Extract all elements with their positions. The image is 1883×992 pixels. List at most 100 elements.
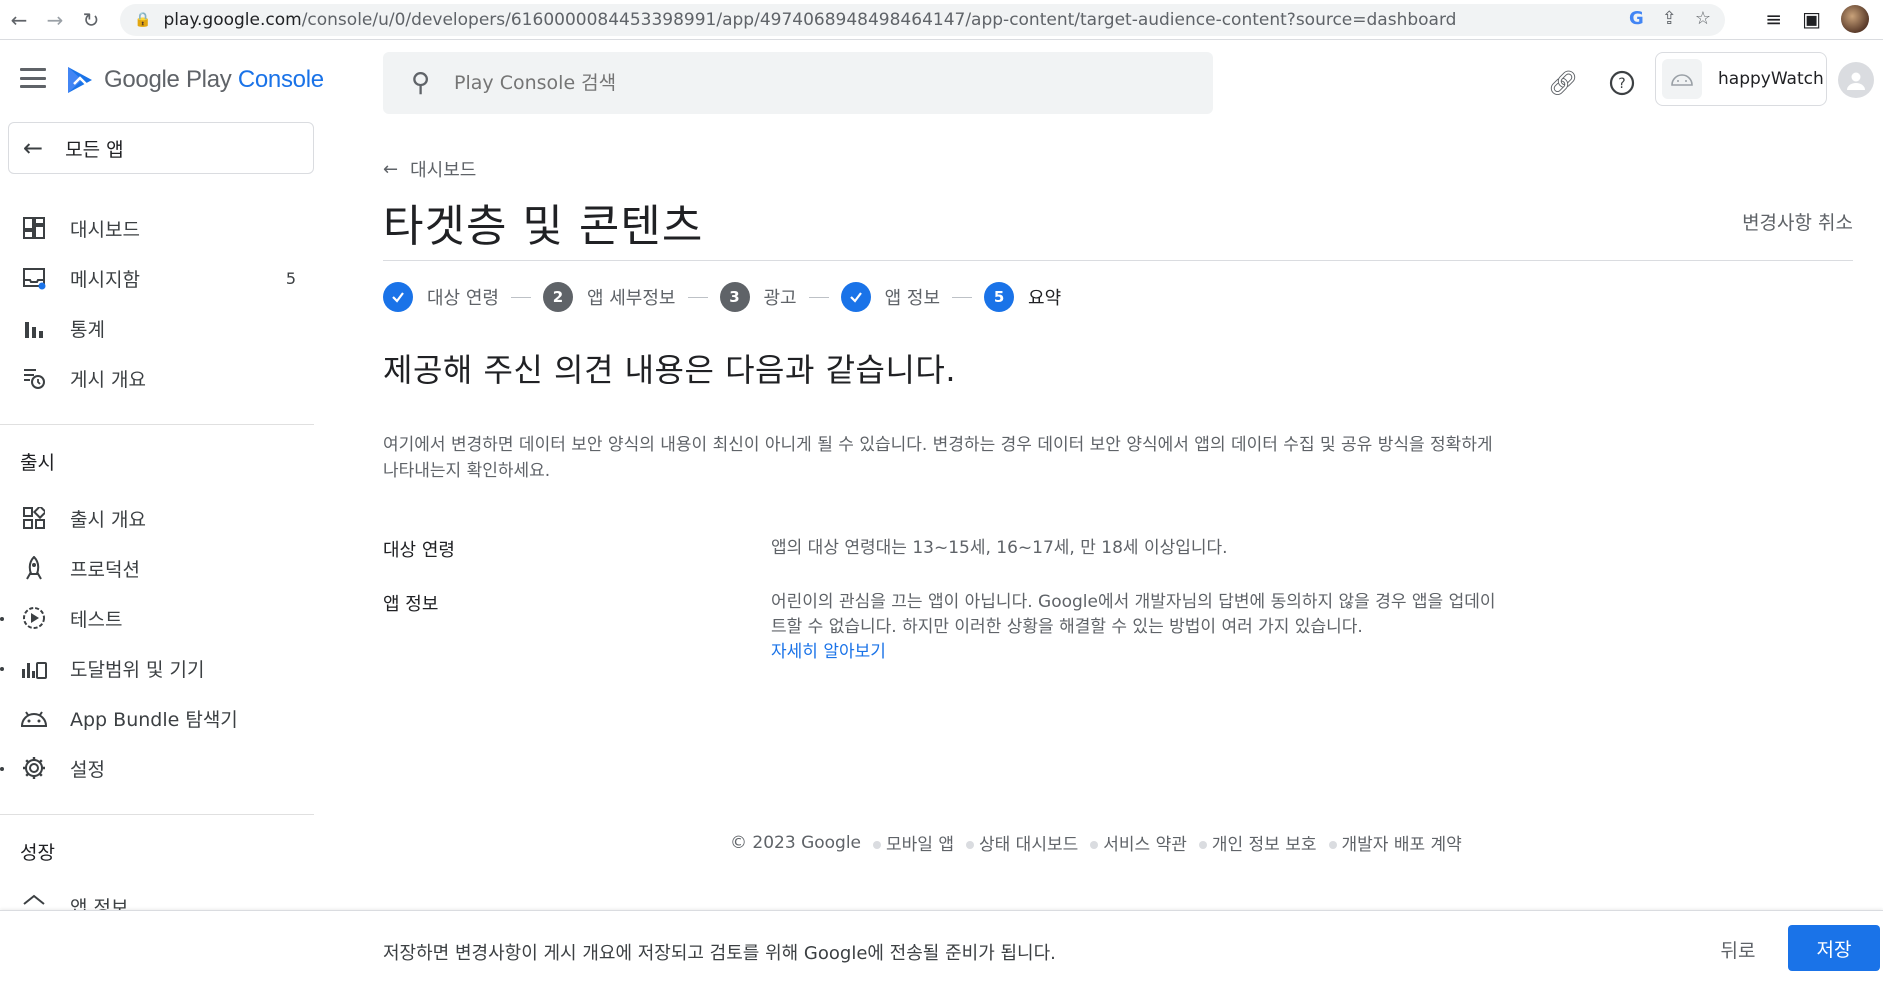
- step-connector: [808, 296, 829, 298]
- inbox-icon: [20, 264, 48, 292]
- address-bar[interactable]: 🔒 play.google.com/console/u/0/developers…: [120, 4, 1725, 36]
- step-label: 대상 연령: [427, 288, 499, 309]
- footer-link-terms[interactable]: 서비스 약관: [1103, 830, 1187, 855]
- sidebar-item-label: 앱 정보: [70, 896, 129, 911]
- search-input[interactable]: [454, 72, 1105, 94]
- step-app-details[interactable]: 2 앱 세부정보: [542, 282, 676, 312]
- step-number: 2: [542, 282, 573, 312]
- url-domain: play.google.com: [163, 10, 302, 30]
- summary-value: 어린이의 관심을 끄는 앱이 아닙니다. Google에서 개발자님의 답변에 …: [771, 592, 1496, 637]
- settings-icon: [20, 754, 48, 782]
- sidebar-item-inbox[interactable]: 메시지함 5: [0, 256, 316, 300]
- back-label: 대시보드: [410, 160, 477, 181]
- android-icon: [1662, 59, 1702, 99]
- media-icon[interactable]: ≡: [1765, 7, 1782, 31]
- summary-label: 대상 연령: [383, 540, 455, 561]
- step-number: 5: [984, 282, 1015, 312]
- footer-separator: [873, 840, 882, 849]
- sidebar-item-label: App Bundle 탐색기: [70, 708, 238, 731]
- app-header: Google Play Console ⚲ 🔗︎ ? happyWatch: [0, 40, 1883, 120]
- lock-icon: 🔒: [134, 12, 152, 28]
- forward-arrow-icon[interactable]: →: [40, 5, 70, 35]
- title-divider: [383, 260, 1853, 261]
- sidebar-item-label: 대시보드: [70, 218, 140, 241]
- footer-link-status-dashboard[interactable]: 상태 대시보드: [979, 830, 1078, 855]
- logo-text: Google Play Console: [104, 66, 324, 93]
- save-bar-message: 저장하면 변경사항이 게시 개요에 저장되고 검토를 위해 Google에 전송…: [383, 943, 1056, 964]
- share-icon[interactable]: ⇪: [1662, 8, 1677, 29]
- step-label: 광고: [763, 288, 797, 309]
- save-button[interactable]: 저장: [1788, 925, 1880, 971]
- all-apps-label: 모든 앱: [65, 138, 124, 161]
- help-icon[interactable]: ?: [1607, 68, 1637, 98]
- sidebar-item-store-presence[interactable]: 앱 정보: [0, 884, 316, 910]
- sidebar-item-settings[interactable]: 설정: [0, 746, 316, 790]
- sidebar-item-testing[interactable]: 테스트: [0, 596, 316, 640]
- step-label: 앱 정보: [884, 288, 941, 309]
- step-connector: [510, 296, 531, 298]
- sidebar-item-app-bundle-explorer[interactable]: App Bundle 탐색기: [0, 696, 316, 740]
- back-button[interactable]: 뒤로: [1700, 927, 1776, 971]
- release-overview-icon: [20, 504, 48, 532]
- step-app-info[interactable]: 앱 정보: [840, 282, 941, 312]
- dashboard-icon: [20, 214, 48, 242]
- footer-separator: [966, 840, 974, 849]
- step-connector: [687, 296, 708, 298]
- footer: © 2023 Google 모바일 앱 상태 대시보드 서비스 약관 개인 정보…: [730, 830, 1462, 856]
- back-to-dashboard-link[interactable]: ← 대시보드: [383, 156, 476, 182]
- menu-icon[interactable]: [20, 68, 46, 88]
- footer-link-distribution-agreement[interactable]: 개발자 배포 계약: [1342, 830, 1462, 855]
- browser-toolbar: ← → ↻ 🔒 play.google.com/console/u/0/deve…: [0, 0, 1883, 40]
- sidebar-item-reach-devices[interactable]: 도달범위 및 기기: [0, 646, 316, 690]
- sidebar-item-production[interactable]: 프로덕션: [0, 546, 316, 590]
- summary-value-container: 어린이의 관심을 끄는 앱이 아닙니다. Google에서 개발자님의 답변에 …: [771, 590, 1511, 665]
- back-arrow-icon: ←: [383, 158, 399, 180]
- sidebar-item-statistics[interactable]: 통계: [0, 306, 316, 350]
- app-selector[interactable]: happyWatch: [1655, 52, 1827, 106]
- discard-changes-button[interactable]: 변경사항 취소: [1742, 208, 1853, 235]
- footer-link-privacy[interactable]: 개인 정보 보호: [1212, 830, 1317, 855]
- user-avatar[interactable]: [1838, 62, 1874, 98]
- section-grow: 성장: [20, 842, 55, 864]
- step-summary[interactable]: 5 요약: [984, 282, 1061, 312]
- step-label: 앱 세부정보: [586, 288, 676, 309]
- search-box[interactable]: ⚲: [383, 52, 1213, 114]
- sidebar-item-release-overview[interactable]: 출시 개요: [0, 496, 316, 540]
- check-icon: [840, 282, 871, 312]
- save-bar: 저장하면 변경사항이 게시 개요에 저장되고 검토를 위해 Google에 전송…: [0, 910, 1883, 992]
- profile-avatar[interactable]: [1841, 5, 1869, 33]
- star-icon[interactable]: ☆: [1695, 8, 1711, 29]
- sidebar-item-label: 통계: [70, 318, 105, 341]
- link-icon[interactable]: 🔗︎: [1548, 68, 1578, 98]
- svg-text:?: ?: [1618, 76, 1625, 92]
- sidebar-divider: [0, 814, 314, 815]
- sidebar-item-label: 도달범위 및 기기: [70, 658, 205, 681]
- sidebar-item-label: 설정: [70, 758, 105, 781]
- step-number: 3: [719, 282, 750, 312]
- all-apps-button[interactable]: ← 모든 앱: [8, 122, 314, 174]
- testing-icon: [20, 604, 48, 632]
- back-arrow-icon[interactable]: ←: [4, 5, 34, 35]
- sidebar-item-label: 프로덕션: [70, 558, 140, 581]
- summary-heading: 제공해 주신 의견 내용은 다음과 같습니다.: [383, 351, 957, 389]
- play-console-logo[interactable]: Google Play Console: [64, 64, 324, 96]
- copyright: © 2023 Google: [730, 832, 862, 853]
- section-release: 출시: [20, 452, 55, 474]
- reload-icon[interactable]: ↻: [76, 5, 106, 35]
- sidebar: ← 모든 앱 대시보드 메시지함 5 통계 게시 개요 출시 출시 개요 프로덕…: [0, 120, 316, 910]
- sidebar-item-publishing-overview[interactable]: 게시 개요: [0, 356, 316, 400]
- check-icon: [383, 282, 413, 312]
- footer-link-mobile-app[interactable]: 모바일 앱: [886, 830, 954, 855]
- sidebar-item-dashboard[interactable]: 대시보드: [0, 206, 316, 250]
- sidebar-item-label: 메시지함: [70, 268, 140, 291]
- footer-separator: [1328, 840, 1337, 849]
- google-icon[interactable]: G: [1629, 8, 1644, 29]
- stepper: 대상 연령 2 앱 세부정보 3 광고 앱 정보 5 요약: [383, 282, 1061, 312]
- sidepanel-icon[interactable]: ▣: [1802, 7, 1821, 31]
- step-label: 요약: [1028, 288, 1062, 309]
- learn-more-link[interactable]: 자세히 알아보기: [771, 642, 886, 662]
- step-target-age[interactable]: 대상 연령: [383, 282, 499, 312]
- step-ads[interactable]: 3 광고: [719, 282, 797, 312]
- sidebar-item-label: 출시 개요: [70, 508, 146, 531]
- store-icon: [20, 892, 48, 910]
